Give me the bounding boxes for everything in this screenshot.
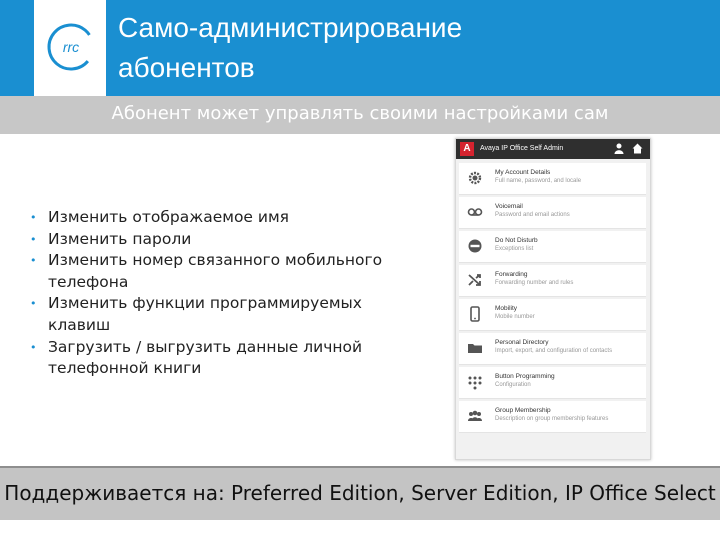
list-item-text: Изменить функции программируемых клавиш bbox=[48, 294, 362, 334]
menu-item-title: My Account Details bbox=[495, 169, 551, 176]
keypad-icon bbox=[468, 376, 482, 390]
menu-item-buttons[interactable]: Button Programming Configuration bbox=[459, 367, 646, 399]
menu-item-title: Forwarding bbox=[495, 271, 528, 278]
home-icon[interactable] bbox=[632, 143, 643, 154]
bullet-icon: • bbox=[30, 340, 37, 354]
forwarding-icon bbox=[468, 274, 481, 286]
menu-item-voicemail[interactable]: Voicemail Password and email actions bbox=[459, 197, 646, 229]
menu-item-title: Personal Directory bbox=[495, 339, 549, 346]
page-title: Само-администрирование абонентов bbox=[118, 8, 678, 88]
folder-icon bbox=[468, 344, 482, 353]
bullet-icon: • bbox=[30, 254, 37, 268]
group-icon bbox=[468, 410, 482, 421]
menu-item-subtitle: Password and email actions bbox=[495, 212, 570, 218]
menu-item-mobility[interactable]: Mobility Mobile number bbox=[459, 299, 646, 331]
list-item: • Изменить отображаемое имя bbox=[24, 207, 384, 229]
do-not-disturb-icon bbox=[468, 239, 482, 253]
list-item-text: Изменить пароли bbox=[48, 229, 192, 248]
menu-item-title: Group Membership bbox=[495, 407, 551, 414]
voicemail-icon bbox=[467, 208, 483, 216]
bullet-icon: • bbox=[30, 297, 37, 311]
footer-bar: Поддерживается на: Preferred Edition, Se… bbox=[0, 466, 720, 520]
logo: rrc bbox=[34, 0, 106, 96]
menu-item-subtitle: Forwarding number and rules bbox=[495, 280, 574, 286]
menu-item-title: Voicemail bbox=[495, 203, 523, 210]
menu-item-subtitle: Configuration bbox=[495, 382, 531, 388]
title-line-2: абонентов bbox=[118, 52, 255, 83]
subtitle: Абонент может управлять своими настройка… bbox=[111, 103, 609, 124]
supported-editions-text: Поддерживается на: Preferred Edition, Se… bbox=[4, 481, 716, 505]
list-item-text: Изменить номер связанного мобильного тел… bbox=[48, 251, 383, 291]
menu-item-title: Mobility bbox=[495, 305, 518, 312]
avaya-logo-icon: A bbox=[460, 142, 474, 156]
title-line-1: Само-администрирование bbox=[118, 12, 463, 43]
user-icon[interactable] bbox=[614, 143, 624, 154]
app-header: A Avaya IP Office Self Admin bbox=[456, 139, 650, 159]
self-admin-screenshot: A Avaya IP Office Self Admin My Account … bbox=[455, 138, 651, 460]
menu-item-account[interactable]: My Account Details Full name, password, … bbox=[459, 163, 646, 195]
bullet-icon: • bbox=[30, 211, 37, 224]
list-item-text: Загрузить / выгрузить данные личной теле… bbox=[48, 337, 363, 378]
list-item: • Загрузить / выгрузить данные личной тел… bbox=[24, 337, 384, 380]
list-item-text: Изменить отображаемое имя bbox=[48, 208, 289, 226]
logo-text: rrc bbox=[63, 39, 79, 55]
menu-item-forwarding[interactable]: Forwarding Forwarding number and rules bbox=[459, 265, 646, 297]
menu-item-subtitle: Description on group membership features bbox=[495, 416, 609, 422]
menu-item-subtitle: Import, export, and configuration of con… bbox=[495, 348, 613, 354]
menu-item-subtitle: Full name, password, and locale bbox=[495, 178, 582, 184]
menu-item-group[interactable]: Group Membership Description on group me… bbox=[459, 401, 646, 433]
menu-item-subtitle: Mobile number bbox=[495, 314, 535, 320]
list-item: • Изменить пароли bbox=[24, 229, 384, 251]
list-item: • Изменить номер связанного мобильного те… bbox=[24, 250, 384, 293]
app-title: Avaya IP Office Self Admin bbox=[480, 145, 564, 152]
feature-list: • Изменить отображаемое имя • Изменить пар… bbox=[24, 207, 384, 380]
menu-item-title: Button Programming bbox=[495, 373, 555, 380]
bullet-icon: • bbox=[30, 232, 37, 246]
menu-item-title: Do Not Disturb bbox=[495, 237, 538, 244]
menu-item-subtitle: Exceptions list bbox=[495, 246, 534, 252]
mobile-icon bbox=[470, 306, 480, 322]
subtitle-bar: Абонент может управлять своими настройка… bbox=[0, 96, 720, 134]
menu-item-directory[interactable]: Personal Directory Import, export, and c… bbox=[459, 333, 646, 365]
header-bar: rrc Само-администрирование абонентов bbox=[0, 0, 720, 96]
menu-item-dnd[interactable]: Do Not Disturb Exceptions list bbox=[459, 231, 646, 263]
gear-icon bbox=[468, 171, 482, 185]
rrc-logo-icon: rrc bbox=[47, 23, 95, 71]
list-item: • Изменить функции программируемых клавиш bbox=[24, 293, 384, 336]
